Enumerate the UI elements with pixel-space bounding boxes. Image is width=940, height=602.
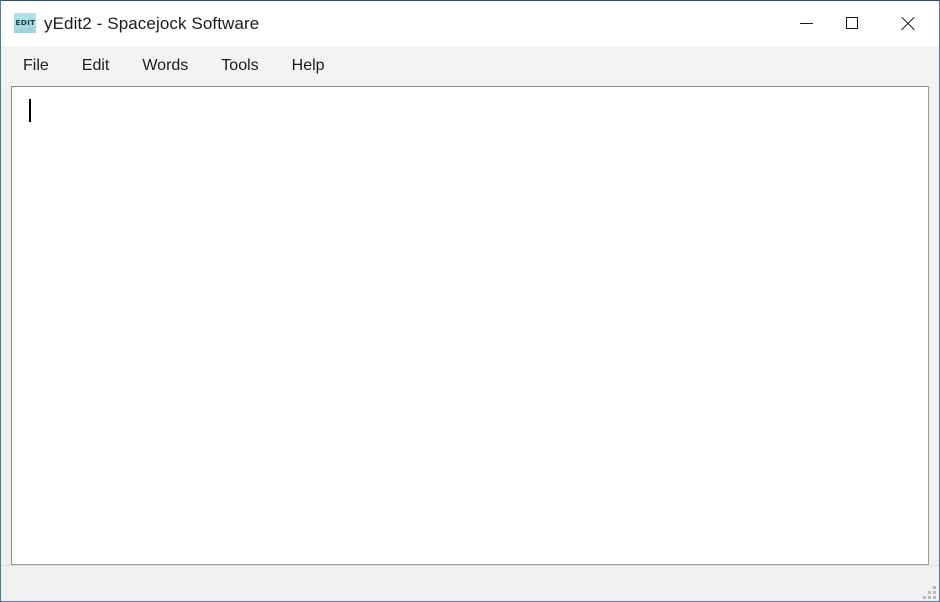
text-editor-input[interactable] [12,87,928,564]
menu-item-words[interactable]: Words [142,57,188,75]
menu-bar: File Edit Words Tools Help [1,46,939,86]
maximize-icon [846,17,858,29]
text-caret [29,99,31,122]
close-button[interactable] [875,1,939,45]
menu-item-tools[interactable]: Tools [221,57,258,75]
title-bar[interactable]: EDIT yEdit2 - Spacejock Software [1,1,939,46]
window-controls [783,1,939,45]
app-icon-label: EDIT [15,18,35,27]
close-icon [900,16,915,31]
window-title: yEdit2 - Spacejock Software [44,14,260,33]
text-editor-frame [11,86,929,565]
minimize-icon [799,22,813,24]
menu-item-help[interactable]: Help [292,57,325,75]
maximize-button[interactable] [829,1,875,45]
minimize-button[interactable] [783,1,829,45]
status-bar [1,565,939,601]
menu-item-edit[interactable]: Edit [82,57,110,75]
application-window: EDIT yEdit2 - Spacejock Software File Ed… [0,0,940,602]
resize-grip[interactable] [918,581,936,599]
menu-item-file[interactable]: File [23,57,49,75]
yedit-app-icon: EDIT [14,13,36,33]
client-area [1,86,939,601]
